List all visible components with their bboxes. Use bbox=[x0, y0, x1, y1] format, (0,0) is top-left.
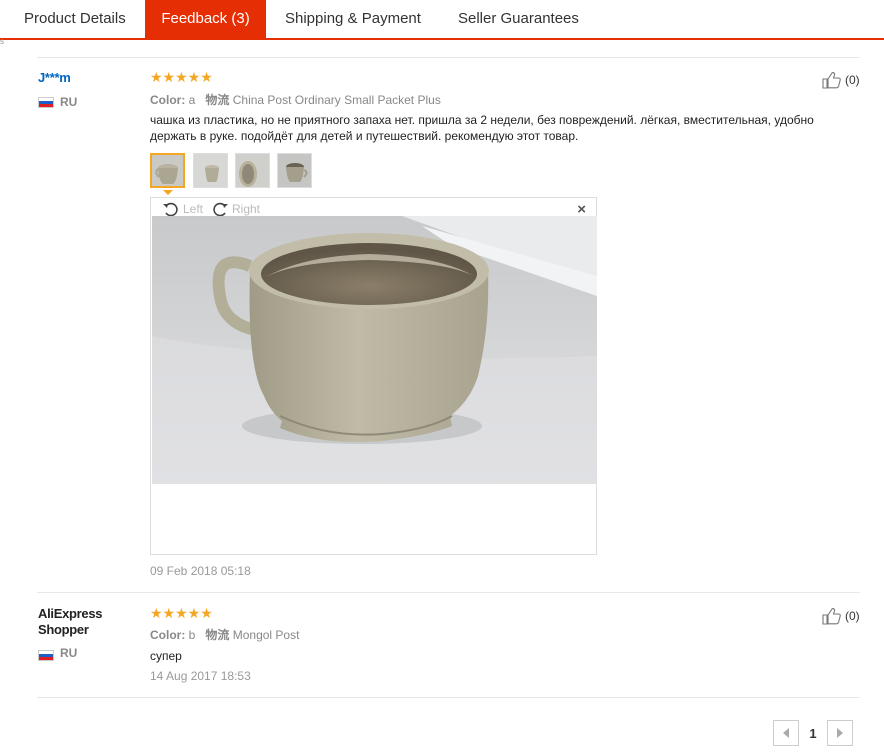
tab-underline bbox=[0, 38, 884, 40]
tab-shipping-payment[interactable]: Shipping & Payment bbox=[285, 0, 421, 38]
reviewer-name[interactable]: J***m bbox=[38, 70, 71, 85]
shipping-label: 物流 bbox=[205, 628, 230, 642]
review-date: 14 Aug 2017 18:53 bbox=[150, 669, 251, 683]
rotate-left-label: Left bbox=[183, 202, 204, 216]
review-meta: Color: b 物流 Mongol Post bbox=[150, 626, 299, 643]
current-page: 1 bbox=[809, 725, 817, 741]
rotate-right-label: Right bbox=[232, 202, 261, 216]
prev-page-button[interactable] bbox=[773, 720, 799, 746]
rotate-left-button[interactable]: Left bbox=[161, 201, 203, 217]
thumbs-up-icon bbox=[822, 608, 841, 625]
rotate-right-icon bbox=[213, 202, 228, 217]
rotate-right-button[interactable]: Right bbox=[210, 201, 260, 217]
helpful-count: (0) bbox=[845, 73, 860, 87]
rotate-left-icon bbox=[163, 202, 178, 217]
color-value: b bbox=[188, 628, 196, 642]
review-text: чашка из пластика, но не приятного запах… bbox=[150, 113, 814, 143]
thumb-selected-caret bbox=[163, 190, 173, 195]
color-label: Color: bbox=[150, 93, 186, 107]
shipping-value: Mongol Post bbox=[232, 628, 300, 642]
divider bbox=[37, 592, 860, 593]
review-photo-thumb[interactable] bbox=[235, 153, 270, 188]
shipping-value: China Post Ordinary Small Packet Plus bbox=[232, 93, 441, 107]
stray-text: s bbox=[0, 37, 4, 46]
tab-seller-guarantees[interactable]: Seller Guarantees bbox=[458, 0, 579, 38]
color-label: Color: bbox=[150, 628, 186, 642]
divider bbox=[37, 57, 860, 58]
next-page-button[interactable] bbox=[827, 720, 853, 746]
reviewer-name: AliExpress Shopper bbox=[38, 606, 103, 637]
helpful-button[interactable]: (0) bbox=[822, 71, 860, 89]
shipping-label: 物流 bbox=[205, 93, 230, 107]
reviewer-country: RU bbox=[60, 95, 78, 109]
review-photo-thumb[interactable] bbox=[150, 153, 185, 188]
review-meta: Color: a 物流 China Post Ordinary Small Pa… bbox=[150, 91, 441, 108]
tab-feedback[interactable]: Feedback (3) bbox=[145, 0, 266, 40]
star-rating: ★★★★★ bbox=[150, 69, 213, 85]
reviewer-country: RU bbox=[60, 646, 78, 660]
flag-ru-icon bbox=[38, 97, 54, 108]
review-text: супер bbox=[150, 649, 182, 663]
helpful-button[interactable]: (0) bbox=[822, 607, 860, 625]
flag-ru-icon bbox=[38, 650, 54, 661]
review-date: 09 Feb 2018 05:18 bbox=[150, 564, 251, 578]
tab-product-details[interactable]: Product Details bbox=[24, 0, 126, 38]
pagination: 1 bbox=[773, 720, 853, 748]
review-photo-thumb[interactable] bbox=[277, 153, 312, 188]
thumbs-up-icon bbox=[822, 72, 841, 89]
review-photo-large bbox=[152, 216, 597, 484]
tab-bar: Product Details Feedback (3) Shipping & … bbox=[0, 0, 884, 40]
photo-viewer: Left Right × bbox=[150, 197, 597, 555]
star-rating: ★★★★★ bbox=[150, 605, 213, 621]
helpful-count: (0) bbox=[845, 609, 860, 623]
color-value: a bbox=[188, 93, 196, 107]
divider bbox=[37, 697, 860, 698]
review-photo-thumb[interactable] bbox=[193, 153, 228, 188]
chevron-right-icon bbox=[837, 728, 843, 738]
chevron-left-icon bbox=[783, 728, 789, 738]
